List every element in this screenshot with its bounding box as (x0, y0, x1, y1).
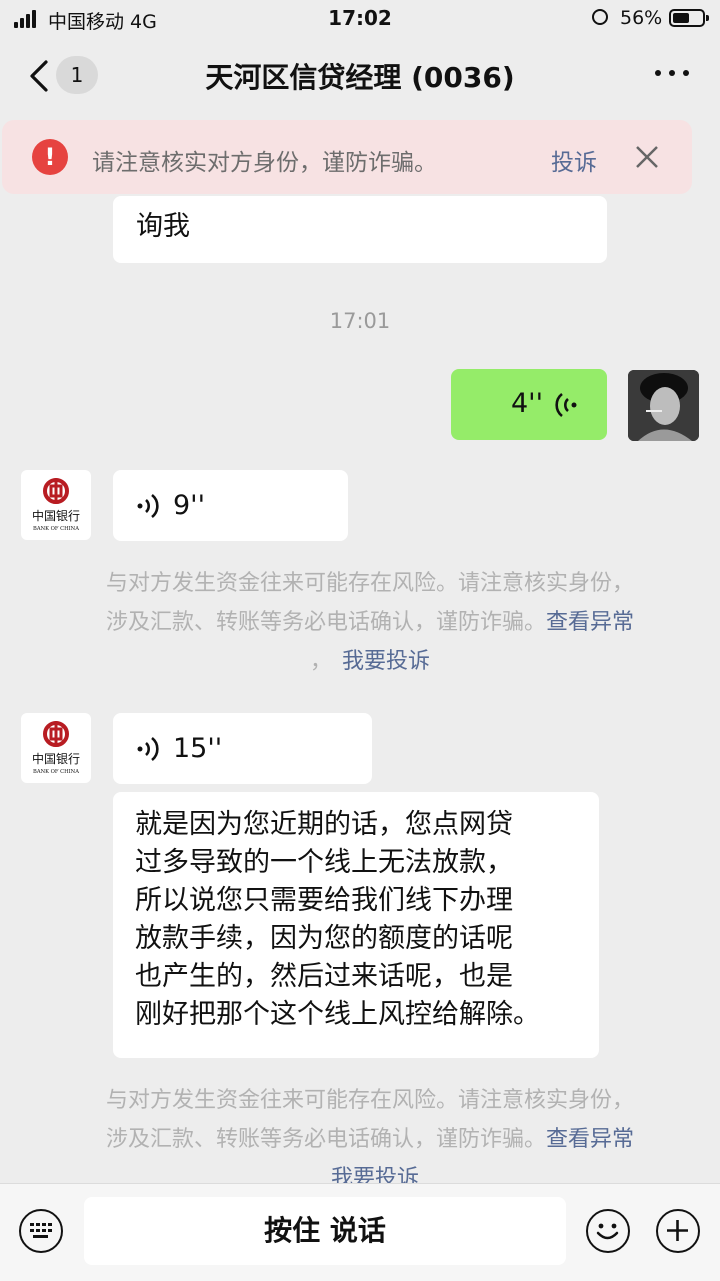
message-line: 就是因为您近期的话，您点网贷 (135, 809, 513, 840)
banner-text: 请注意核实对方身份，谨防诈骗。 (92, 150, 437, 176)
message-line: 刚好把那个这个线上风控给解除。 (135, 999, 540, 1030)
view-abnormal-link[interactable]: 查看异常 (546, 610, 634, 635)
hold-to-talk-button[interactable]: 按住 说话 (84, 1197, 566, 1265)
notice-line: 涉及汇款、转账等务必电话确认，谨防诈骗。查看异常 (60, 603, 680, 642)
notice-line: ， 我要投诉 (60, 642, 680, 681)
notice-line: 与对方发生资金往来可能存在风险。请注意核实身份， (105, 1088, 634, 1113)
system-risk-notice: 与对方发生资金往来可能存在风险。请注意核实身份， 涉及汇款、转账等务必电话确认，… (60, 564, 680, 681)
keyboard-icon[interactable] (19, 1209, 63, 1253)
message-line: 所以说您只需要给我们线下办理 (135, 885, 513, 916)
plus-icon[interactable] (656, 1209, 700, 1253)
battery-icon (669, 9, 709, 27)
chat-title: 天河区信贷经理 (0036) (205, 61, 515, 94)
bank-logo-en: BANK OF CHINA (33, 526, 79, 532)
notice-text: 涉及汇款、转账等务必电话确认，谨防诈骗。 (105, 610, 546, 635)
my-voice-duration: 4'' (511, 388, 544, 419)
bank-of-china-avatar[interactable]: 中国银行 BANK OF CHINA (21, 470, 91, 540)
system-risk-notice: 与对方发生资金往来可能存在风险。请注意核实身份， 涉及汇款、转账等务必电话确认，… (60, 1081, 680, 1198)
timestamp: 17:01 (329, 309, 391, 333)
notice-line: 与对方发生资金往来可能存在风险。请注意核实身份， (105, 571, 634, 596)
bank-logo-cn: 中国银行 (32, 508, 80, 523)
emoji-icon[interactable] (586, 1209, 630, 1253)
rotation-lock-icon (592, 9, 608, 25)
report-link[interactable]: 我要投诉 (342, 649, 430, 674)
message-text-partial: 询我 (136, 211, 190, 242)
message-line: 过多导致的一个线上无法放款， (135, 847, 513, 878)
notice-line: 涉及汇款、转账等务必电话确认，谨防诈骗。查看异常 (60, 1120, 680, 1159)
voice-wave-icon (555, 392, 577, 418)
more-icon[interactable] (652, 66, 692, 80)
my-avatar[interactable] (628, 370, 699, 441)
clock: 17:02 (328, 6, 392, 30)
voice-wave-icon (137, 736, 159, 762)
bank-of-china-avatar[interactable]: 中国银行 BANK OF CHINA (21, 713, 91, 783)
bank-logo-en: BANK OF CHINA (33, 769, 79, 775)
alert-icon: ! (32, 139, 68, 175)
message-line: 放款手续，因为您的额度的话呢 (135, 923, 513, 954)
battery-percent: 56% (620, 7, 663, 29)
view-abnormal-link[interactable]: 查看异常 (546, 1127, 634, 1152)
close-icon[interactable] (634, 144, 660, 170)
bank-logo-cn: 中国银行 (32, 751, 80, 766)
notice-text: 涉及汇款、转账等务必电话确认，谨防诈骗。 (105, 1127, 546, 1152)
complain-link[interactable]: 投诉 (551, 143, 597, 177)
text-message-body: 就是因为您近期的话，您点网贷 过多导致的一个线上无法放款， 所以说您只需要给我们… (135, 806, 595, 1034)
voice-duration-1: 9'' (173, 490, 206, 521)
voice-wave-icon (137, 493, 159, 519)
voice-duration-2: 15'' (173, 733, 223, 764)
notice-text: ， (309, 649, 332, 674)
status-bar: 中国移动 4G 17:02 56% (0, 0, 720, 38)
message-line: 也产生的，然后过来话呢，也是 (135, 961, 513, 992)
